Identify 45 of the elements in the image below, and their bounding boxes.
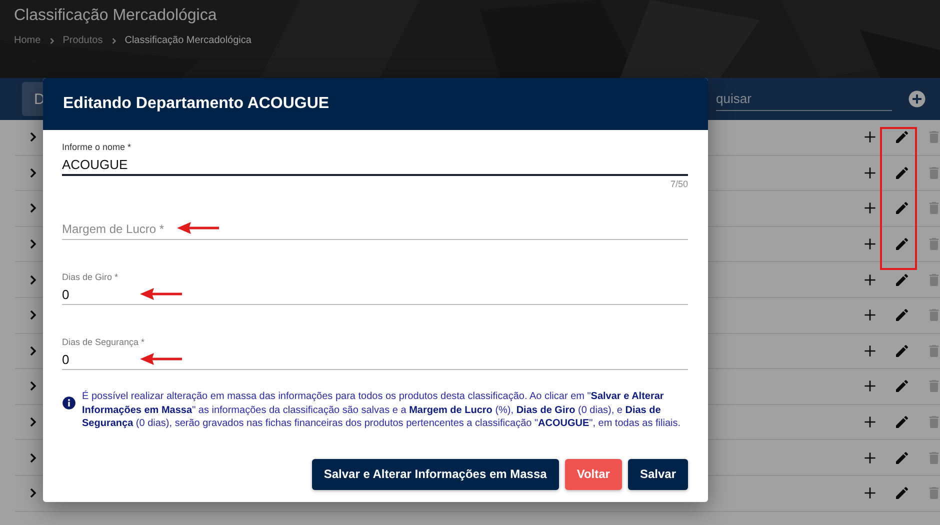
text-input[interactable]: 0 [62,286,688,302]
breadcrumb-link[interactable]: Produtos [62,35,103,46]
pencil-icon[interactable] [894,378,910,394]
input-field[interactable]: 0 [62,349,688,370]
plus-icon[interactable] [862,414,878,430]
input-field[interactable]: ACOUGUE [62,154,688,176]
pencil-icon[interactable] [894,236,910,252]
pencil-icon[interactable] [894,342,910,359]
text-input[interactable]: ACOUGUE [62,156,688,172]
breadcrumb-link[interactable]: Home [14,35,41,46]
plus-icon[interactable] [862,342,878,359]
plus-icon[interactable] [862,378,878,394]
pencil-icon[interactable] [894,450,910,466]
input-field[interactable]: 0 [62,284,688,305]
field-label: Informe o nome * [62,142,132,154]
pencil-icon[interactable] [894,485,910,502]
pencil-icon[interactable] [894,129,910,146]
dialog-title: Editando Departamento ACOUGUE [43,78,708,130]
pencil-icon[interactable] [894,307,910,324]
plus-icon[interactable] [862,164,878,181]
dialog-button[interactable]: Salvar [628,458,688,490]
info-text: É possível realizar alteração em massa das informações para todos os produtos desta classificação. Ao clicar em "Salvar e Alterar Informações em Massa" as informações da classificação são salvas e a Margem de Lucro (%), Dias de Giro (0 dias), e Dias de Segurança (0 dias), serão gravados nas fichas financeiras dos produtos pertencentes a classificação "ACOUGUE", em todas as filiais. [82,390,682,430]
page-title: Classificação Mercadológica [14,7,218,25]
plus-icon[interactable] [862,272,878,288]
plus-icon[interactable] [862,129,878,146]
plus-icon[interactable] [862,200,878,216]
dialog-button[interactable]: Salvar e Alterar Informações em Massa [312,458,559,490]
text-input[interactable]: 0 [62,352,688,366]
char-counter: 7/50 [670,179,688,189]
plus-icon[interactable] [862,485,878,502]
plus-icon[interactable] [862,236,878,252]
pencil-icon[interactable] [894,200,910,216]
field-label: Dias de Giro * [62,272,120,284]
search-field[interactable]: quisar [716,87,892,111]
info-icon [62,396,76,410]
plus-icon[interactable] [862,307,878,324]
plus-icon[interactable] [862,450,878,466]
add-circle-icon[interactable] [908,90,926,108]
input-field[interactable]: Margem de Lucro * [62,219,688,240]
pencil-icon[interactable] [894,164,910,181]
text-input[interactable]: Margem de Lucro * [62,222,688,236]
breadcrumb-link[interactable]: Classificação Mercadológica [124,35,252,46]
field-label: Dias de Segurança * [62,337,146,349]
pencil-icon[interactable] [894,414,910,430]
pencil-icon[interactable] [894,272,910,288]
